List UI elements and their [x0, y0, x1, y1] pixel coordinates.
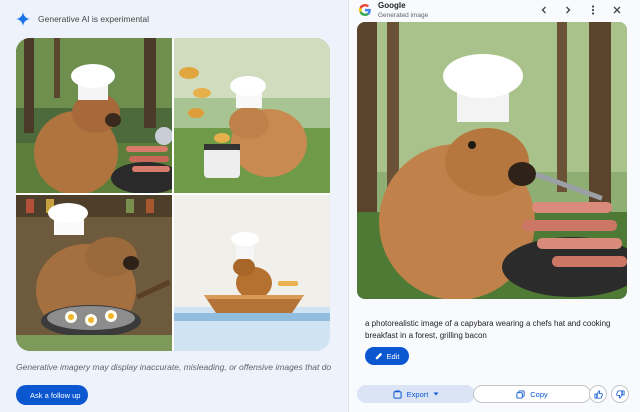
export-button[interactable]: Export — [357, 385, 475, 403]
capybara-chef-grilling-bacon-icon — [16, 38, 172, 193]
edit-button[interactable]: Edit — [365, 347, 409, 365]
gemini-sparkle-icon — [16, 12, 30, 26]
pencil-icon — [375, 352, 382, 360]
experimental-notice: Generative AI is experimental — [16, 12, 149, 26]
thumbs-up-button[interactable] — [589, 385, 607, 403]
google-logo-icon — [358, 3, 371, 17]
export-label: Export — [406, 389, 429, 399]
image-tile-3[interactable] — [16, 195, 172, 351]
thumbs-up-icon — [593, 389, 603, 399]
image-prompt-text: a photorealistic image of a capybara wea… — [365, 319, 611, 340]
source-subtitle: Generated image — [378, 12, 429, 19]
more-vert-icon — [591, 5, 595, 15]
chevron-right-icon — [566, 6, 571, 14]
previous-image-button[interactable] — [537, 3, 551, 17]
image-tile-2[interactable] — [174, 38, 330, 193]
copy-icon — [516, 389, 525, 399]
capybara-chef-rowing-boat-icon — [174, 195, 330, 351]
experimental-text: Generative AI is experimental — [38, 14, 150, 24]
ai-imagery-disclaimer: Generative imagery may display inaccurat… — [16, 362, 332, 372]
more-options-button[interactable] — [586, 3, 600, 17]
selected-image[interactable] — [357, 22, 627, 299]
ask-follow-up-button[interactable]: Ask a follow up — [16, 385, 88, 405]
copy-label: Copy — [530, 389, 548, 399]
close-icon — [613, 6, 621, 14]
source-name[interactable]: Google — [378, 1, 406, 10]
image-viewer-panel: Google Generated image a photorealistic … — [348, 0, 640, 412]
follow-up-label: Ask a follow up — [30, 390, 81, 400]
chevron-left-icon — [541, 6, 546, 14]
thumbs-down-button[interactable] — [611, 385, 629, 403]
results-pane: Generative AI is experimental Generative… — [0, 0, 348, 412]
image-tile-4[interactable] — [174, 195, 330, 351]
export-icon — [393, 389, 402, 399]
caret-down-icon — [433, 392, 439, 396]
edit-label: Edit — [386, 351, 400, 361]
image-tile-1[interactable] — [16, 38, 172, 193]
capybara-chef-frying-eggs-icon — [16, 195, 172, 351]
image-grid — [16, 38, 330, 351]
close-viewer-button[interactable] — [610, 3, 624, 17]
copy-button[interactable]: Copy — [473, 385, 591, 403]
thumbs-down-icon — [615, 389, 625, 399]
next-image-button[interactable] — [561, 3, 575, 17]
capybara-chef-grilling-bacon-icon — [357, 22, 627, 299]
capybara-chef-cooking-pancakes-icon — [174, 38, 330, 193]
